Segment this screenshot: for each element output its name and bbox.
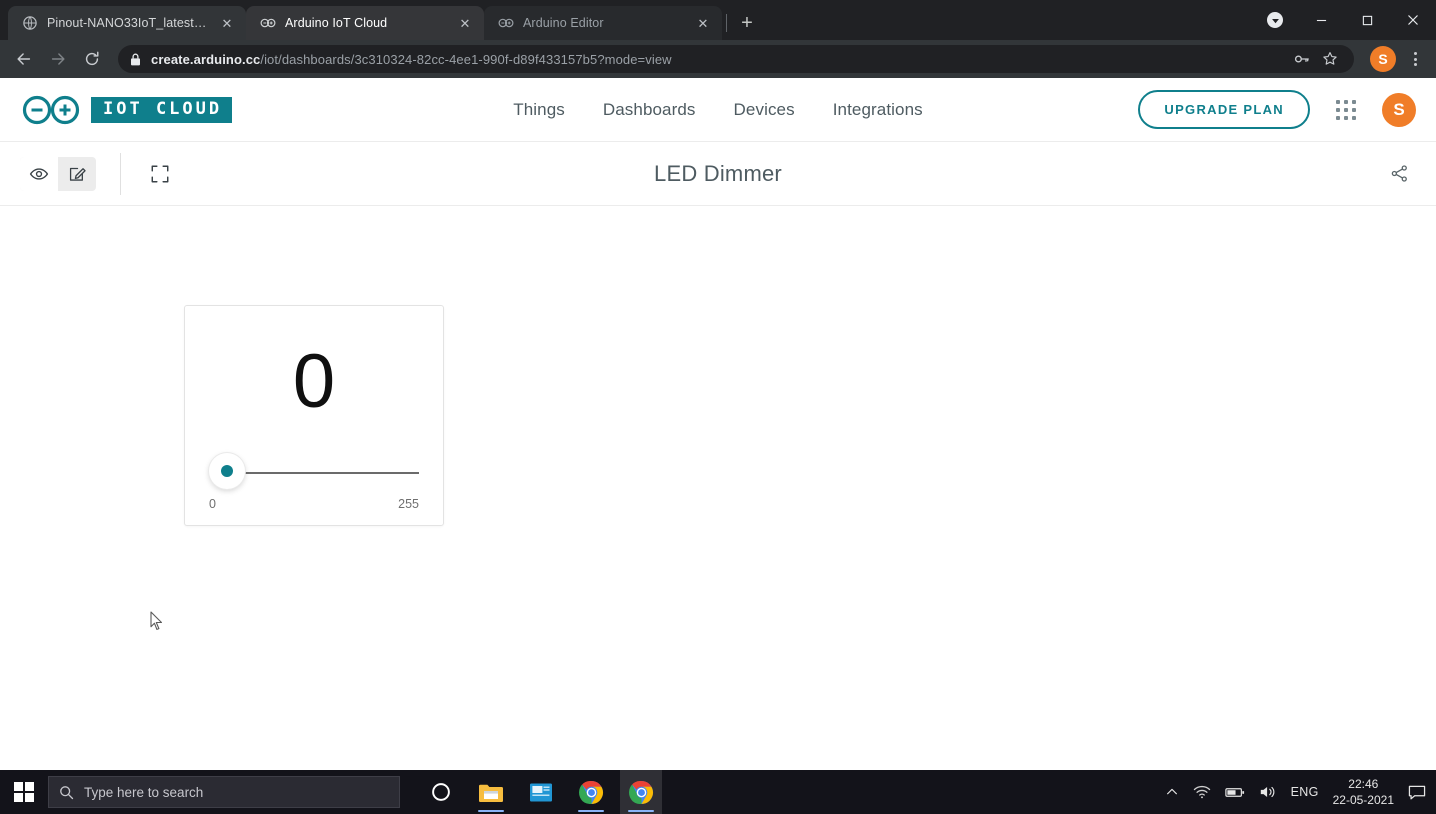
browser-tab-1[interactable]: Arduino IoT Cloud ✕ [246,6,484,40]
slider-track[interactable] [233,472,419,474]
app-header: IOT CLOUD Things Dashboards Devices Inte… [0,78,1436,142]
taskbar-items [420,770,662,814]
reload-button[interactable] [76,43,108,75]
store-app-icon[interactable] [520,770,562,814]
grid-apps-icon[interactable] [1336,99,1356,120]
browser-tab-title: Arduino Editor [523,16,604,30]
fullscreen-icon[interactable] [143,157,177,191]
slider-value: 0 [292,339,336,424]
system-tray: ENG 22:46 22-05-2021 [1165,776,1436,808]
browser-tab-0[interactable]: Pinout-NANO33IoT_latest.pdf ✕ [8,6,246,40]
slider-handle-dot [221,465,233,477]
key-icon[interactable] [1290,47,1314,71]
browser-tabstrip: Pinout-NANO33IoT_latest.pdf ✕ Arduino Io… [0,0,1436,40]
window-controls [1252,0,1436,40]
tabstrip-divider [726,14,727,32]
search-input[interactable]: Type here to search [48,776,400,808]
toolbar-divider [120,152,121,195]
header-actions: UPGRADE PLAN S [1138,90,1416,129]
url-path: /iot/dashboards/3c310324-82cc-4ee1-990f-… [260,51,672,67]
browser-toolbar: create.arduino.cc/iot/dashboards/3c31032… [0,40,1436,78]
tab-close-icon[interactable]: ✕ [218,14,236,32]
upgrade-plan-button[interactable]: UPGRADE PLAN [1138,90,1310,129]
minimize-icon[interactable] [1298,4,1344,36]
forward-button[interactable] [42,43,74,75]
chrome-icon-active[interactable] [620,770,662,814]
lock-icon [130,53,141,66]
browser-window: Pinout-NANO33IoT_latest.pdf ✕ Arduino Io… [0,0,1436,770]
browser-tab-2[interactable]: Arduino Editor ✕ [484,6,722,40]
chevron-up-icon[interactable] [1165,785,1179,799]
browser-tab-title: Arduino IoT Cloud [285,16,388,30]
browser-tab-title: Pinout-NANO33IoT_latest.pdf [47,16,209,30]
search-icon [59,785,74,800]
chrome-icon[interactable] [570,770,612,814]
cortana-icon[interactable] [420,770,462,814]
view-edit-toggle [20,156,96,191]
nav-item-devices[interactable]: Devices [734,100,795,120]
language-indicator[interactable]: ENG [1291,785,1319,799]
search-input-placeholder: Type here to search [84,784,204,800]
dashboard-canvas: 0 0 255 [0,206,1436,770]
arduino-infinity-icon [260,15,276,31]
nav-item-things[interactable]: Things [513,100,565,120]
maximize-icon[interactable] [1344,4,1390,36]
avatar[interactable]: S [1382,92,1416,127]
brand-logo[interactable]: IOT CLOUD [20,95,233,125]
bookmark-star-icon[interactable] [1318,47,1342,71]
nav-item-dashboards[interactable]: Dashboards [603,100,696,120]
slider-range-labels: 0 255 [209,497,419,511]
slider-handle[interactable] [209,453,245,489]
battery-icon[interactable] [1224,786,1245,799]
wifi-icon[interactable] [1193,784,1211,800]
share-icon[interactable] [1382,157,1416,191]
nav-item-integrations[interactable]: Integrations [833,100,923,120]
main-navigation: Things Dashboards Devices Integrations [513,100,923,120]
chrome-update-icon[interactable] [1252,4,1298,36]
address-bar-url: create.arduino.cc/iot/dashboards/3c31032… [151,52,672,67]
slider-widget[interactable]: 0 0 255 [184,305,444,526]
chrome-menu-icon[interactable] [1402,52,1428,66]
back-button[interactable] [8,43,40,75]
new-tab-button[interactable]: + [733,9,761,37]
notification-icon[interactable] [1408,784,1426,801]
slider-max-label: 255 [398,497,419,511]
clock-time: 22:46 [1348,776,1379,791]
eye-icon[interactable] [20,156,58,191]
tab-close-icon[interactable]: ✕ [456,14,474,32]
slider-min-label: 0 [209,497,216,511]
mouse-cursor-icon [150,611,164,631]
volume-icon[interactable] [1259,784,1277,800]
pencil-edit-icon[interactable] [58,157,96,191]
clock-date: 22-05-2021 [1332,793,1394,807]
dashboard-toolbar: LED Dimmer [0,142,1436,206]
arduino-infinity-logo [20,95,82,125]
file-explorer-icon[interactable] [470,770,512,814]
clock[interactable]: 22:46 22-05-2021 [1333,776,1394,808]
close-icon[interactable] [1390,4,1436,36]
page-title: LED Dimmer [654,160,782,186]
windows-taskbar: Type here to search ENG 22:46 22-05-2021 [0,770,1436,814]
arduino-infinity-icon [498,15,514,31]
brand-badge-label: IOT CLOUD [91,96,233,123]
address-bar[interactable]: create.arduino.cc/iot/dashboards/3c31032… [118,45,1354,73]
tab-close-icon[interactable]: ✕ [694,14,712,32]
url-domain: create.arduino.cc [151,51,261,67]
page-content: IOT CLOUD Things Dashboards Devices Inte… [0,78,1436,770]
windows-start-icon[interactable] [0,770,48,814]
slider-control[interactable] [209,453,419,493]
pdf-globe-icon [22,15,38,31]
browser-profile-avatar[interactable]: S [1370,46,1396,72]
